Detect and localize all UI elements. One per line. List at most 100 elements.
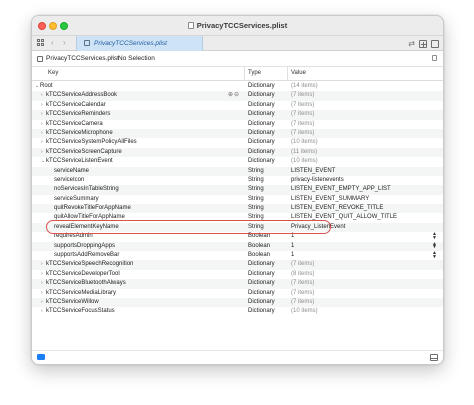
split-editor-icon[interactable]: ⇄ [408,39,415,48]
row-key[interactable]: kTCCServiceCalendar [46,101,106,110]
table-row[interactable]: › kTCCServiceFocusStatus Dictionary (10 ite… [32,307,443,316]
table-row[interactable]: › kTCCServiceCamera Dictionary (7 items) [32,120,443,129]
table-row[interactable]: serviceName String LISTEN_EVENT [32,166,443,176]
row-type[interactable]: Boolean [248,232,270,241]
row-type[interactable]: Dictionary [248,270,275,279]
filter-icon[interactable] [37,354,45,360]
row-value[interactable]: privacy-listenevents [291,176,344,185]
breadcrumb-selection[interactable]: No Selection [118,55,155,62]
row-key[interactable]: Root [40,82,53,91]
row-key[interactable]: kTCCServiceScreenCapture [46,148,122,157]
column-header-value[interactable]: Value [291,70,306,76]
back-chevron-icon[interactable]: ‹ [51,38,54,47]
row-key[interactable]: revealElementKeyName [54,223,119,232]
lock-icon[interactable] [432,55,437,61]
table-row[interactable]: quitRevokeTitleForAppName String LISTEN_EV… [32,204,443,214]
disclosure-chevron-icon[interactable]: › [41,307,43,316]
row-type[interactable]: String [248,167,264,176]
row-key[interactable]: noServicesInTableString [54,185,119,194]
row-key[interactable]: kTCCServiceMediaLibrary [46,289,116,298]
row-key[interactable]: requiresAdmin [54,232,93,241]
column-divider[interactable] [287,67,288,81]
table-row[interactable]: ⌄ kTCCServiceListenEvent Dictionary (10 ite… [32,157,443,166]
row-type[interactable]: Dictionary [248,101,275,110]
row-type[interactable]: String [248,185,264,194]
table-row[interactable]: › kTCCServiceDeveloperTool Dictionary (8 it… [32,270,443,279]
row-key[interactable]: kTCCServiceMicrophone [46,129,113,138]
table-row[interactable]: quitAllowTitleForAppName String LISTEN_EVE… [32,213,443,222]
tab-plist-file[interactable]: PrivacyTCCServices.plist [76,36,203,51]
row-type[interactable]: String [248,223,264,232]
row-key[interactable]: kTCCServiceListenEvent [46,157,113,166]
boolean-stepper-icon[interactable]: ▲ ▼ [432,251,437,260]
disclosure-chevron-icon[interactable]: › [41,129,43,138]
row-key[interactable]: kTCCServiceWillow [46,298,99,307]
row-type[interactable]: Boolean [248,242,270,251]
row-key[interactable]: supportsDroppingApps [54,242,115,251]
row-type[interactable]: Dictionary [248,279,275,288]
row-type[interactable]: Dictionary [248,148,275,157]
table-row[interactable]: › kTCCServiceMediaLibrary Dictionary (7 ite… [32,289,443,298]
boolean-stepper-icon[interactable]: ▲ ▼ [432,241,437,250]
row-value[interactable]: LISTEN_EVENT_QUIT_ALLOW_TITLE [291,213,397,222]
row-key[interactable]: kTCCServiceFocusStatus [46,307,115,316]
table-row[interactable]: revealElementKeyName String Privacy_Listen… [32,222,443,233]
row-type[interactable]: Dictionary [248,129,275,138]
forward-chevron-icon[interactable]: › [63,38,66,47]
row-key[interactable]: kTCCServiceBluetoothAlways [46,279,126,288]
table-row[interactable]: › kTCCServiceCalendar Dictionary (7 items) [32,101,443,110]
row-type[interactable]: Dictionary [248,289,275,298]
row-key[interactable]: quitAllowTitleForAppName [54,213,125,222]
add-remove-row-icon[interactable]: ⊕⊖ [228,91,240,100]
row-key[interactable]: serviceName [54,167,89,176]
disclosure-chevron-icon[interactable]: › [41,120,43,129]
row-type[interactable]: Dictionary [248,260,275,269]
disclosure-chevron-icon[interactable]: › [41,91,43,100]
table-row[interactable]: › kTCCServiceWillow Dictionary (7 items) [32,297,443,308]
table-row[interactable]: serviceIcon String privacy-listenevents [32,176,443,185]
row-key[interactable]: kTCCServiceAddressBook [46,91,117,100]
row-type[interactable]: Boolean [248,251,270,260]
column-header-type[interactable]: Type [248,70,261,76]
table-row[interactable]: › kTCCServiceReminders Dictionary (7 items) [32,110,443,120]
row-value[interactable]: LISTEN_EVENT_REVOKE_TITLE [291,204,383,213]
row-value[interactable]: LISTEN_EVENT_EMPTY_APP_LIST [291,185,391,194]
inspector-toggle-icon[interactable] [431,40,439,48]
row-key[interactable]: kTCCServiceCamera [46,120,103,129]
column-divider[interactable] [244,67,245,81]
table-row[interactable]: › kTCCServiceAddressBook ⊕⊖ Dictionary (7 it… [32,91,443,101]
table-row[interactable]: › kTCCServiceScreenCapture Dictionary (11 i… [32,147,443,158]
row-type[interactable]: Dictionary [248,307,275,316]
row-value[interactable]: LISTEN_EVENT_SUMMARY [291,195,369,204]
row-key[interactable]: kTCCServiceReminders [46,110,110,119]
row-key[interactable]: supportsAddRemoveBar [54,251,119,260]
row-value[interactable]: Privacy_ListenEvent [291,223,345,232]
table-row[interactable]: noServicesInTableString String LISTEN_EVEN… [32,185,443,195]
disclosure-chevron-icon[interactable]: › [41,260,43,269]
row-type[interactable]: Dictionary [248,120,275,129]
table-row[interactable]: › kTCCServiceSpeechRecognition Dictionary (… [32,260,443,270]
table-row[interactable]: › kTCCServiceMicrophone Dictionary (7 items… [32,128,443,139]
table-row[interactable]: › kTCCServiceBluetoothAlways Dictionary (7 … [32,279,443,289]
row-value[interactable]: 1 [291,242,294,251]
row-type[interactable]: Dictionary [248,138,275,147]
boolean-stepper-icon[interactable]: ▲ ▼ [432,232,437,241]
breadcrumb-file[interactable]: PrivacyTCCServices.plist [46,55,119,62]
row-type[interactable]: String [248,176,264,185]
row-type[interactable]: String [248,195,264,204]
table-row[interactable]: supportsDroppingApps Boolean 1 ▲ ▼ [32,241,443,252]
disclosure-chevron-icon[interactable]: › [41,138,43,147]
table-row[interactable]: ⌄ Root Dictionary (14 items) [32,82,443,91]
row-key[interactable]: kTCCServiceDeveloperTool [46,270,120,279]
row-type[interactable]: String [248,213,264,222]
disclosure-chevron-icon[interactable]: › [41,148,43,157]
row-type[interactable]: Dictionary [248,157,275,166]
row-value[interactable]: 1 [291,232,294,241]
row-value[interactable]: LISTEN_EVENT [291,167,335,176]
console-toggle-icon[interactable] [430,354,438,361]
disclosure-chevron-icon[interactable]: ⌄ [41,157,45,166]
disclosure-chevron-icon[interactable]: › [41,289,43,298]
disclosure-chevron-icon[interactable]: › [41,270,43,279]
row-key[interactable]: serviceIcon [54,176,84,185]
row-type[interactable]: Dictionary [248,82,275,91]
